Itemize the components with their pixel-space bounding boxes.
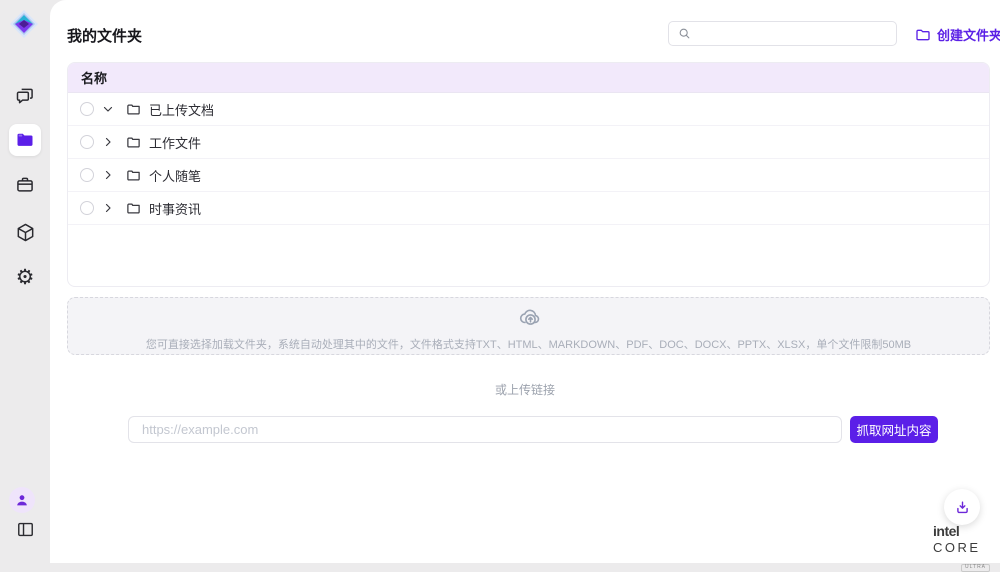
download-fab-button[interactable] [944, 489, 980, 525]
app-logo-icon[interactable] [8, 8, 40, 40]
cube-icon [15, 222, 36, 243]
intel-badge: ultra [961, 564, 990, 572]
chat-icon [15, 86, 35, 106]
layout-panel-icon [16, 520, 35, 539]
url-input[interactable] [128, 416, 842, 443]
folder-plus-icon [915, 27, 931, 43]
chevron-right-icon[interactable] [102, 169, 114, 181]
upload-dropzone[interactable]: 您可直接选择加载文件夹，系统自动处理其中的文件，文件格式支持TXT、HTML、M… [67, 297, 990, 355]
search-icon [678, 27, 691, 40]
folder-name: 个人随笔 [149, 166, 201, 185]
page-title: 我的文件夹 [67, 25, 142, 46]
main-panel: 我的文件夹 创建文件夹 名称 [50, 0, 1000, 563]
table-header-row: 名称 [68, 63, 989, 93]
create-folder-label: 创建文件夹 [937, 25, 1000, 44]
row-checkbox[interactable] [80, 201, 94, 215]
folder-icon [15, 130, 35, 150]
table-row[interactable]: 个人随笔 [68, 159, 989, 192]
app-window: ⚙ 我的文件夹 [0, 0, 1000, 563]
search-input[interactable] [697, 22, 896, 45]
sidebar-item-models[interactable] [0, 221, 50, 243]
briefcase-icon [15, 175, 35, 195]
folder-table: 名称 已上传文档 工作文件 [67, 62, 990, 287]
table-row[interactable]: 时事资讯 [68, 192, 989, 225]
gear-icon: ⚙ [16, 266, 35, 288]
folder-icon [126, 201, 141, 216]
intel-core-logo: intel core ultra [933, 524, 1000, 572]
cloud-upload-icon [68, 305, 989, 334]
upload-hint-text: 您可直接选择加载文件夹，系统自动处理其中的文件，文件格式支持TXT、HTML、M… [68, 336, 989, 352]
chevron-right-icon[interactable] [102, 202, 114, 214]
column-header-name: 名称 [81, 68, 107, 87]
sidebar-item-folders[interactable] [9, 124, 41, 156]
folder-name: 已上传文档 [149, 100, 214, 119]
sidebar-item-chat[interactable] [0, 86, 50, 106]
table-row[interactable]: 工作文件 [68, 126, 989, 159]
folder-icon [126, 168, 141, 183]
folder-name: 时事资讯 [149, 199, 201, 218]
user-avatar-icon [14, 492, 30, 508]
create-folder-button[interactable]: 创建文件夹 [915, 25, 1000, 44]
folder-icon [126, 135, 141, 150]
folder-name: 工作文件 [149, 133, 201, 152]
table-row[interactable]: 已上传文档 [68, 93, 989, 126]
row-checkbox[interactable] [80, 135, 94, 149]
or-upload-link-label: 或上传链接 [50, 381, 1000, 398]
row-checkbox[interactable] [80, 168, 94, 182]
search-box [668, 21, 897, 46]
download-icon [954, 499, 971, 516]
chevron-down-icon[interactable] [102, 103, 114, 115]
core-text: core [933, 540, 981, 555]
sidebar-item-collapse[interactable] [0, 519, 50, 539]
sidebar: ⚙ [0, 0, 50, 563]
intel-text: intel [933, 523, 959, 539]
sidebar-item-settings[interactable]: ⚙ [0, 266, 50, 288]
fetch-url-button[interactable]: 抓取网址内容 [850, 416, 938, 443]
folder-icon [126, 102, 141, 117]
row-checkbox[interactable] [80, 102, 94, 116]
sidebar-item-account[interactable] [9, 487, 35, 513]
sidebar-item-workspace[interactable] [0, 175, 50, 195]
chevron-right-icon[interactable] [102, 136, 114, 148]
